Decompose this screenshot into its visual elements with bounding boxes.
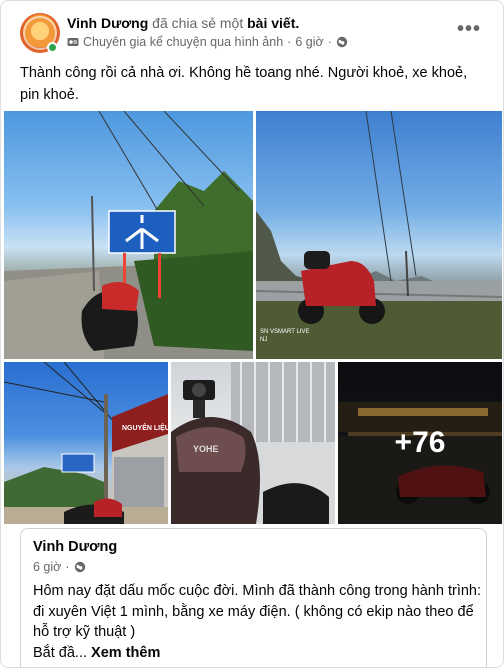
star-badge-icon — [67, 36, 79, 48]
badge-text[interactable]: Chuyên gia kể chuyện qua hình ảnh — [83, 34, 283, 50]
watermark-line2: NJ — [260, 337, 267, 343]
preview-time[interactable]: 6 giờ — [33, 560, 61, 574]
helmet-brand-text: YOHE — [193, 444, 219, 454]
post-header: Vinh Dương đã chia sẻ một bài viết. — [67, 14, 299, 32]
preview-body: Hôm nay đặt dấu mốc cuộc đời. Mình đã th… — [33, 583, 481, 640]
post-time[interactable]: 6 giờ — [295, 34, 323, 50]
meta-separator: · — [287, 35, 292, 49]
post-meta: Chuyên gia kể chuyện qua hình ảnh · 6 gi… — [67, 34, 348, 50]
watermark-line1: SN VSMART LIVE — [260, 329, 309, 335]
shared-text: đã chia sẻ một — [152, 15, 244, 31]
photo-1[interactable] — [4, 111, 253, 359]
more-options-button[interactable]: ••• — [453, 17, 485, 41]
post-type-link[interactable]: bài viết. — [247, 15, 299, 31]
more-horizontal-icon: ••• — [456, 17, 481, 40]
author-name[interactable]: Vinh Dương — [67, 15, 148, 31]
preview-text-tail: Bắt đầ... — [33, 644, 88, 661]
globe-icon[interactable] — [336, 36, 348, 48]
more-photos-count: +76 — [394, 426, 446, 459]
online-status-dot — [47, 42, 58, 53]
post-card: Vinh Dương đã chia sẻ một bài viết. Chuy… — [0, 0, 504, 668]
photo-5-more[interactable]: +76 — [338, 362, 502, 524]
more-photos-overlay[interactable]: +76 — [338, 362, 502, 524]
photo-3[interactable]: NGUYÊN LIỆU — [4, 362, 168, 524]
preview-author[interactable]: Vinh Dương — [33, 539, 117, 555]
photo-4[interactable]: YOHE — [171, 362, 335, 524]
see-more-link[interactable]: Xem thêm — [91, 645, 160, 661]
preview-separator: · — [65, 560, 70, 574]
shared-post-preview[interactable]: Vinh Dương 6 giờ · Hôm nay đặt dấu mốc c… — [20, 528, 487, 667]
photo-2[interactable]: SN VSMART LIVE NJ — [256, 111, 502, 359]
preview-meta: 6 giờ · — [33, 560, 86, 574]
post-caption: Thành công rồi cả nhà ơi. Không hề toang… — [20, 65, 468, 103]
globe-icon — [74, 561, 86, 573]
preview-text: Hôm nay đặt dấu mốc cuộc đời. Mình đã th… — [33, 581, 483, 663]
meta-separator-2: · — [327, 35, 332, 49]
shop-sign-text: NGUYÊN LIỆU — [122, 423, 168, 432]
